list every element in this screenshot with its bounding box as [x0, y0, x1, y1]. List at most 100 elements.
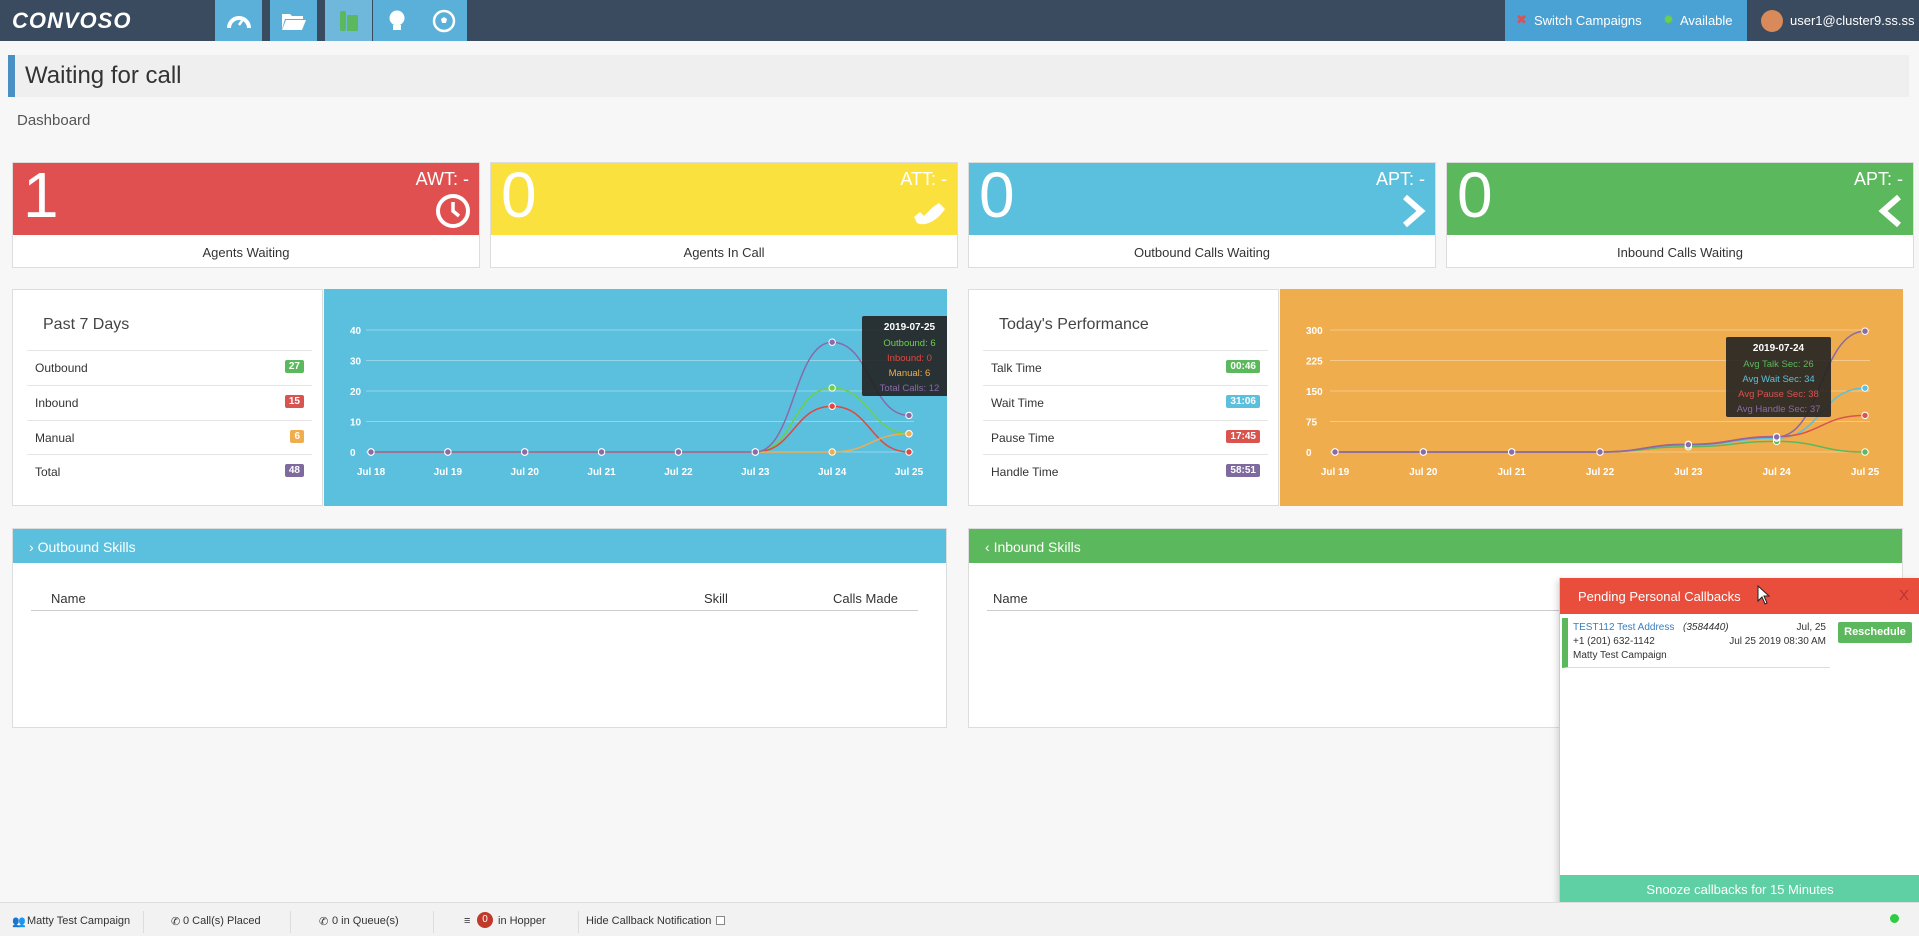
x-tick-label: Jul 25	[895, 467, 924, 478]
x-tick-label: Jul 24	[818, 467, 847, 478]
data-point	[905, 430, 913, 438]
x-tick-label: Jul 23	[1674, 467, 1703, 478]
y-tick-label: 150	[1306, 387, 1323, 398]
connection-status-dot	[1890, 914, 1899, 923]
chart-tooltip: 2019-07-24 Avg Talk Sec: 26 Avg Wait Sec: …	[1726, 337, 1831, 417]
x-tick-label: Jul 23	[741, 467, 770, 478]
chevron-left-icon: ‹	[985, 539, 990, 555]
x-tick-label: Jul 21	[587, 467, 616, 478]
todays-performance-chart: 0 75 150 225 300 Jul 19 Jul 20 Jul 21 Jul 22 Jul …	[1280, 289, 1903, 506]
logo: CONVOSO	[12, 8, 132, 33]
stat-agents-in-call: 0 ATT: - Agents In Call	[490, 159, 958, 268]
series-line	[371, 341, 910, 453]
y-tick-label: 0	[1306, 448, 1312, 459]
tooltip-line: Total Calls: 12	[880, 383, 940, 394]
hopper-label: in Hopper	[498, 915, 546, 927]
soccer-ball-icon[interactable]	[420, 0, 467, 41]
phone-icon[interactable]	[325, 0, 372, 41]
callback-campaign: Matty Test Campaign	[1573, 650, 1667, 661]
tooltip-line: Avg Handle Sec: 37	[1737, 404, 1821, 415]
stat-abbr: ATT: -	[900, 169, 947, 189]
todays-performance-panel: Today's Performance Talk Time 00:46 Wait …	[968, 289, 1279, 506]
stat-inbound-calls-waiting: 0 APT: - Inbound Calls Waiting	[1446, 159, 1914, 268]
snooze-button[interactable]: Snooze callbacks for 15 Minutes	[1560, 875, 1919, 903]
folder-icon[interactable]	[270, 0, 317, 41]
close-button[interactable]: X	[1899, 587, 1909, 604]
status-bar: 👥 Matty Test Campaign ✆ 0 Call(s) Placed…	[0, 902, 1919, 936]
callback-item[interactable]: TEST112 Test Address (3584440) Jul, 25 +…	[1562, 618, 1830, 668]
data-point	[1861, 448, 1869, 456]
callback-id: (3584440)	[1683, 622, 1729, 633]
count-badge: 27	[284, 360, 304, 373]
y-tick-label: 40	[350, 326, 362, 337]
list-item: Wait Time 31:06	[983, 385, 1268, 419]
data-point	[751, 448, 759, 456]
data-point	[1684, 440, 1693, 449]
tooltip-line: Outbound: 6	[883, 338, 935, 349]
data-point	[521, 448, 529, 456]
column-header: Name	[51, 591, 86, 606]
lightbulb-icon[interactable]	[373, 0, 420, 41]
panel-title: Past 7 Days	[43, 316, 130, 333]
phone-icon	[911, 193, 949, 238]
series-line	[371, 405, 910, 453]
users-icon: 👥	[12, 916, 26, 928]
user-menu[interactable]: user1@cluster9.ss.ss	[1790, 13, 1914, 28]
close-icon: ✖	[1516, 12, 1527, 27]
reschedule-button[interactable]: Reschedule	[1838, 622, 1912, 643]
stat-label: Inbound Calls Waiting	[1617, 245, 1743, 260]
stat-abbr: APT: -	[1375, 169, 1425, 189]
line-chart: 0 10 20 30 40 Jul 18 Jul 19 Jul 20 Jul 21 Jul 22 J…	[350, 316, 957, 478]
data-point	[597, 448, 606, 456]
outbound-skills-header[interactable]: › Outbound Skills	[13, 529, 946, 563]
tooltip-title: 2019-07-24	[1753, 343, 1805, 354]
x-tick-label: Jul 22	[1586, 467, 1615, 478]
y-tick-label: 20	[350, 387, 362, 398]
line-chart: 0 75 150 225 300 Jul 19 Jul 20 Jul 21 Jul 22 Jul …	[1306, 326, 1880, 478]
past-7-days-chart: 0 10 20 30 40 Jul 18 Jul 19 Jul 20 Jul 21 Jul 22 J…	[324, 289, 957, 506]
tooltip-line: Manual: 6	[889, 368, 931, 379]
count-badge: 48	[284, 464, 304, 477]
stat-agents-waiting: 1 AWT: - Agents Waiting	[12, 159, 480, 268]
status-available[interactable]: Available	[1680, 13, 1733, 28]
dashboard-icon[interactable]	[215, 0, 262, 41]
top-navbar: CONVOSO ✖ Switch Campaigns ✹ Available u…	[0, 0, 1919, 41]
list-item: Total 48	[27, 454, 312, 488]
y-tick-label: 0	[350, 448, 356, 459]
hide-notification-label: Hide Callback Notification	[586, 915, 712, 927]
clock-icon	[435, 193, 471, 238]
data-point	[1596, 448, 1604, 456]
chevron-right-icon: ›	[29, 539, 34, 555]
past-7-days-panel: Past 7 Days Outbound 27 Inbound 15 Manual 6…	[12, 289, 323, 506]
hide-notification-checkbox[interactable]	[716, 916, 725, 925]
tooltip-line: Avg Talk Sec: 26	[1743, 359, 1813, 370]
phone-icon: ✆	[171, 916, 181, 928]
stat-abbr: AWT: -	[415, 169, 469, 189]
chevron-left-icon	[1877, 193, 1905, 238]
data-point	[367, 448, 375, 456]
data-point	[1861, 384, 1869, 392]
x-tick-label: Jul 21	[1497, 467, 1526, 478]
x-tick-label: Jul 25	[1851, 467, 1880, 478]
outbound-skills-panel: › Outbound Skills Name Skill Calls Made	[12, 528, 947, 728]
data-point	[828, 402, 836, 410]
campaign-name: Matty Test Campaign	[27, 915, 131, 927]
stat-value: 0	[501, 159, 537, 231]
time-badge: 17:45	[1226, 430, 1260, 443]
pending-callbacks-popup: Pending Personal Callbacks X TEST112 Tes…	[1559, 578, 1919, 903]
title-bar	[8, 55, 1909, 97]
callback-name-link[interactable]: TEST112 Test Address	[1573, 622, 1674, 633]
inbound-skills-header[interactable]: ‹ Inbound Skills	[969, 529, 1902, 563]
hopper-badge: 0	[477, 912, 493, 928]
data-point	[828, 384, 836, 392]
stat-value: 0	[1457, 159, 1493, 231]
y-tick-label: 225	[1306, 357, 1323, 368]
data-point	[1861, 327, 1869, 335]
data-point	[444, 448, 452, 456]
list-item: Pause Time 17:45	[983, 420, 1268, 454]
series-line	[1335, 414, 1866, 453]
breadcrumb: Dashboard	[17, 112, 91, 129]
switch-campaigns-button[interactable]: Switch Campaigns	[1534, 13, 1642, 28]
stat-abbr: APT: -	[1853, 169, 1903, 189]
queue-count: 0 in Queue(s)	[332, 915, 399, 927]
